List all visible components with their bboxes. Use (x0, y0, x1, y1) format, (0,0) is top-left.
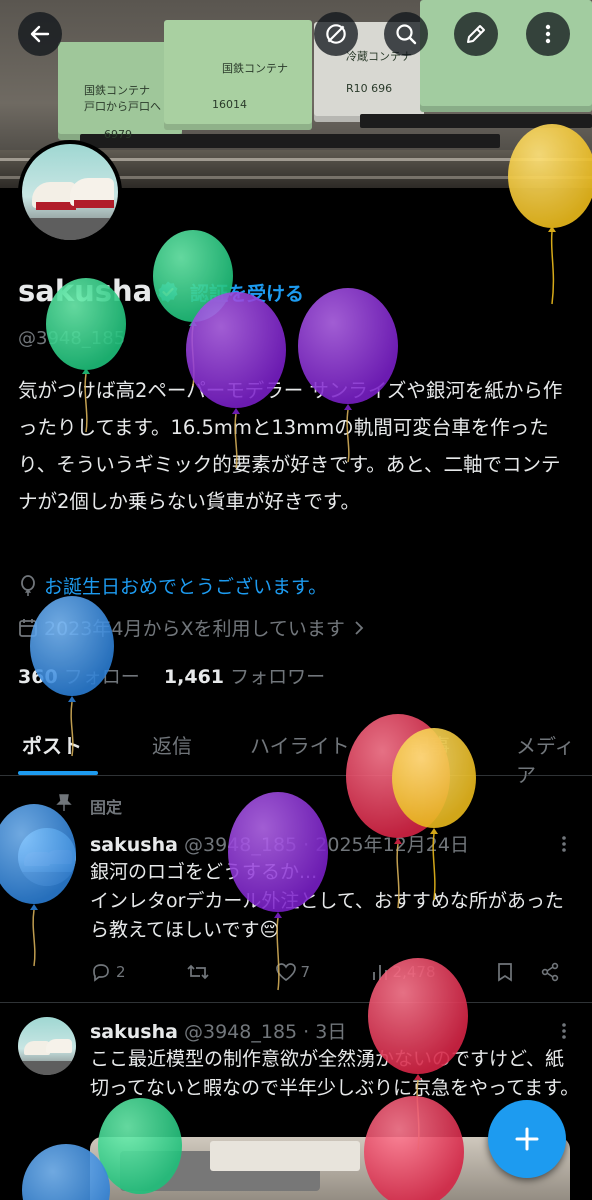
profile-screen: 国鉄コンテナ 戸口から戸口へ 16014 6979 国鉄コンテナ 冷蔵コンテナ … (0, 0, 592, 1200)
bookmark-icon[interactable] (496, 962, 514, 982)
banner-text: 6979 (104, 128, 132, 141)
banner-text: 16014 (212, 98, 247, 111)
tab-posts[interactable]: ポスト (22, 730, 82, 759)
followers-link[interactable]: 1,461 フォロワー (164, 666, 325, 688)
post-author-name[interactable]: sakusha (90, 1021, 178, 1043)
banner-text: R10 696 (346, 82, 393, 95)
post-author-name[interactable]: sakusha (90, 834, 178, 856)
back-button[interactable] (18, 12, 62, 56)
post-date: 3日 (315, 1021, 347, 1043)
pin-icon (56, 794, 72, 811)
follow-counts: 360 フォロー 1,461 フォロワー (18, 662, 325, 689)
compose-button[interactable] (488, 1100, 566, 1178)
tab-replies[interactable]: 返信 (152, 730, 192, 759)
profile-handle: @3948_185 (18, 328, 126, 349)
post-author-handle: @3948_185 (184, 834, 298, 856)
post-actions: 2 7 2,478 (90, 962, 560, 982)
banner-text: 国鉄コンテナ (84, 84, 150, 97)
followers-label: フォロワー (230, 666, 326, 688)
pinned-label: 固定 (90, 798, 123, 817)
tab-indicator (18, 771, 98, 775)
reply-icon (93, 964, 109, 982)
joined-row[interactable]: 2023年4月からXを利用しています (18, 614, 367, 641)
post-secondary-actions (496, 962, 560, 982)
chevron-right-icon (355, 620, 364, 635)
more-vertical-icon (545, 24, 551, 44)
profile-avatar[interactable] (18, 140, 122, 244)
post-avatar[interactable] (18, 828, 76, 886)
profile-name: sakusha (18, 274, 153, 308)
banner-text: 国鉄コンテナ (222, 62, 288, 75)
followers-count: 1,461 (163, 666, 225, 688)
birthday-row: お誕生日おめでとうございます。 (18, 572, 327, 599)
post-header: sakusha @3948_185 · 3日 (90, 1017, 346, 1044)
more-button[interactable] (526, 12, 570, 56)
post-text-line: 銀河のロゴをどうするか... (90, 861, 318, 883)
pencil-icon (467, 25, 485, 43)
pinned-post[interactable]: 固定 sakusha @3948_185 · 2025年12月24日 銀河のロゴ… (0, 776, 592, 1002)
post-date: 2025年12月24日 (315, 834, 469, 856)
circle-slash-icon (326, 24, 346, 44)
balloon-green (153, 230, 233, 387)
profile-bio: 気がつけば高2ペーパーモデラー サンライズや銀河を紙から作ったりしてます。16.… (18, 379, 563, 513)
heart-icon (275, 963, 296, 982)
tab-articles[interactable]: 記事 (410, 730, 450, 759)
share-icon[interactable] (540, 962, 560, 982)
balloon-icon (21, 574, 35, 596)
profile-tabs: ポスト 返信 ハイライト 記事 メディア (0, 722, 592, 787)
following-label: フォロー (63, 666, 140, 688)
post-header: sakusha @3948_185 · 2025年12月24日 (90, 830, 469, 857)
tab-highlights[interactable]: ハイライト (250, 730, 350, 759)
post-text: ここ最近模型の制作意欲が全然湧かないのですけど、紙切ってないと暇なので半年少しぶ… (90, 1048, 580, 1099)
post-dot: · (303, 1021, 310, 1043)
views-button[interactable]: 2,478 (371, 962, 436, 982)
post-text-line: インレタorデカール外注として、おすすめな所があったら教えてほしいです😔 (90, 890, 564, 941)
reply-button[interactable]: 2 (90, 962, 126, 982)
following-count: 360 (18, 666, 58, 688)
birthday-text[interactable]: お誕生日おめでとうございます。 (44, 572, 327, 599)
repost-button[interactable] (186, 962, 214, 982)
post-dot: · (303, 834, 310, 856)
arrow-left-icon (30, 25, 50, 43)
like-button[interactable]: 7 (275, 962, 311, 982)
grok-button[interactable] (314, 12, 358, 56)
post-author-handle: @3948_185 (184, 1021, 298, 1043)
calendar-icon (19, 618, 37, 637)
reply-count: 2 (116, 963, 126, 981)
more-vertical-icon[interactable] (556, 834, 572, 854)
views-count: 2,478 (392, 963, 436, 981)
joined-text: 2023年4月からXを利用しています (44, 618, 345, 640)
views-icon (372, 965, 387, 980)
edit-button[interactable] (454, 12, 498, 56)
banner-text: 戸口から戸口へ (84, 100, 161, 113)
more-vertical-icon[interactable] (556, 1021, 572, 1041)
get-verified-link[interactable]: 認証を受ける (190, 279, 304, 306)
plus-icon (515, 1127, 539, 1151)
post-avatar[interactable] (18, 1017, 76, 1075)
following-link[interactable]: 360 フォロー (18, 666, 140, 688)
post-text: 銀河のロゴをどうするか... インレタorデカール外注として、おすすめな所があっ… (90, 858, 580, 945)
search-button[interactable] (384, 12, 428, 56)
search-icon (396, 24, 417, 45)
verified-badge-icon[interactable] (156, 280, 180, 304)
repost-icon (187, 964, 209, 980)
banner-container-4 (420, 0, 592, 112)
like-count: 7 (300, 963, 311, 981)
